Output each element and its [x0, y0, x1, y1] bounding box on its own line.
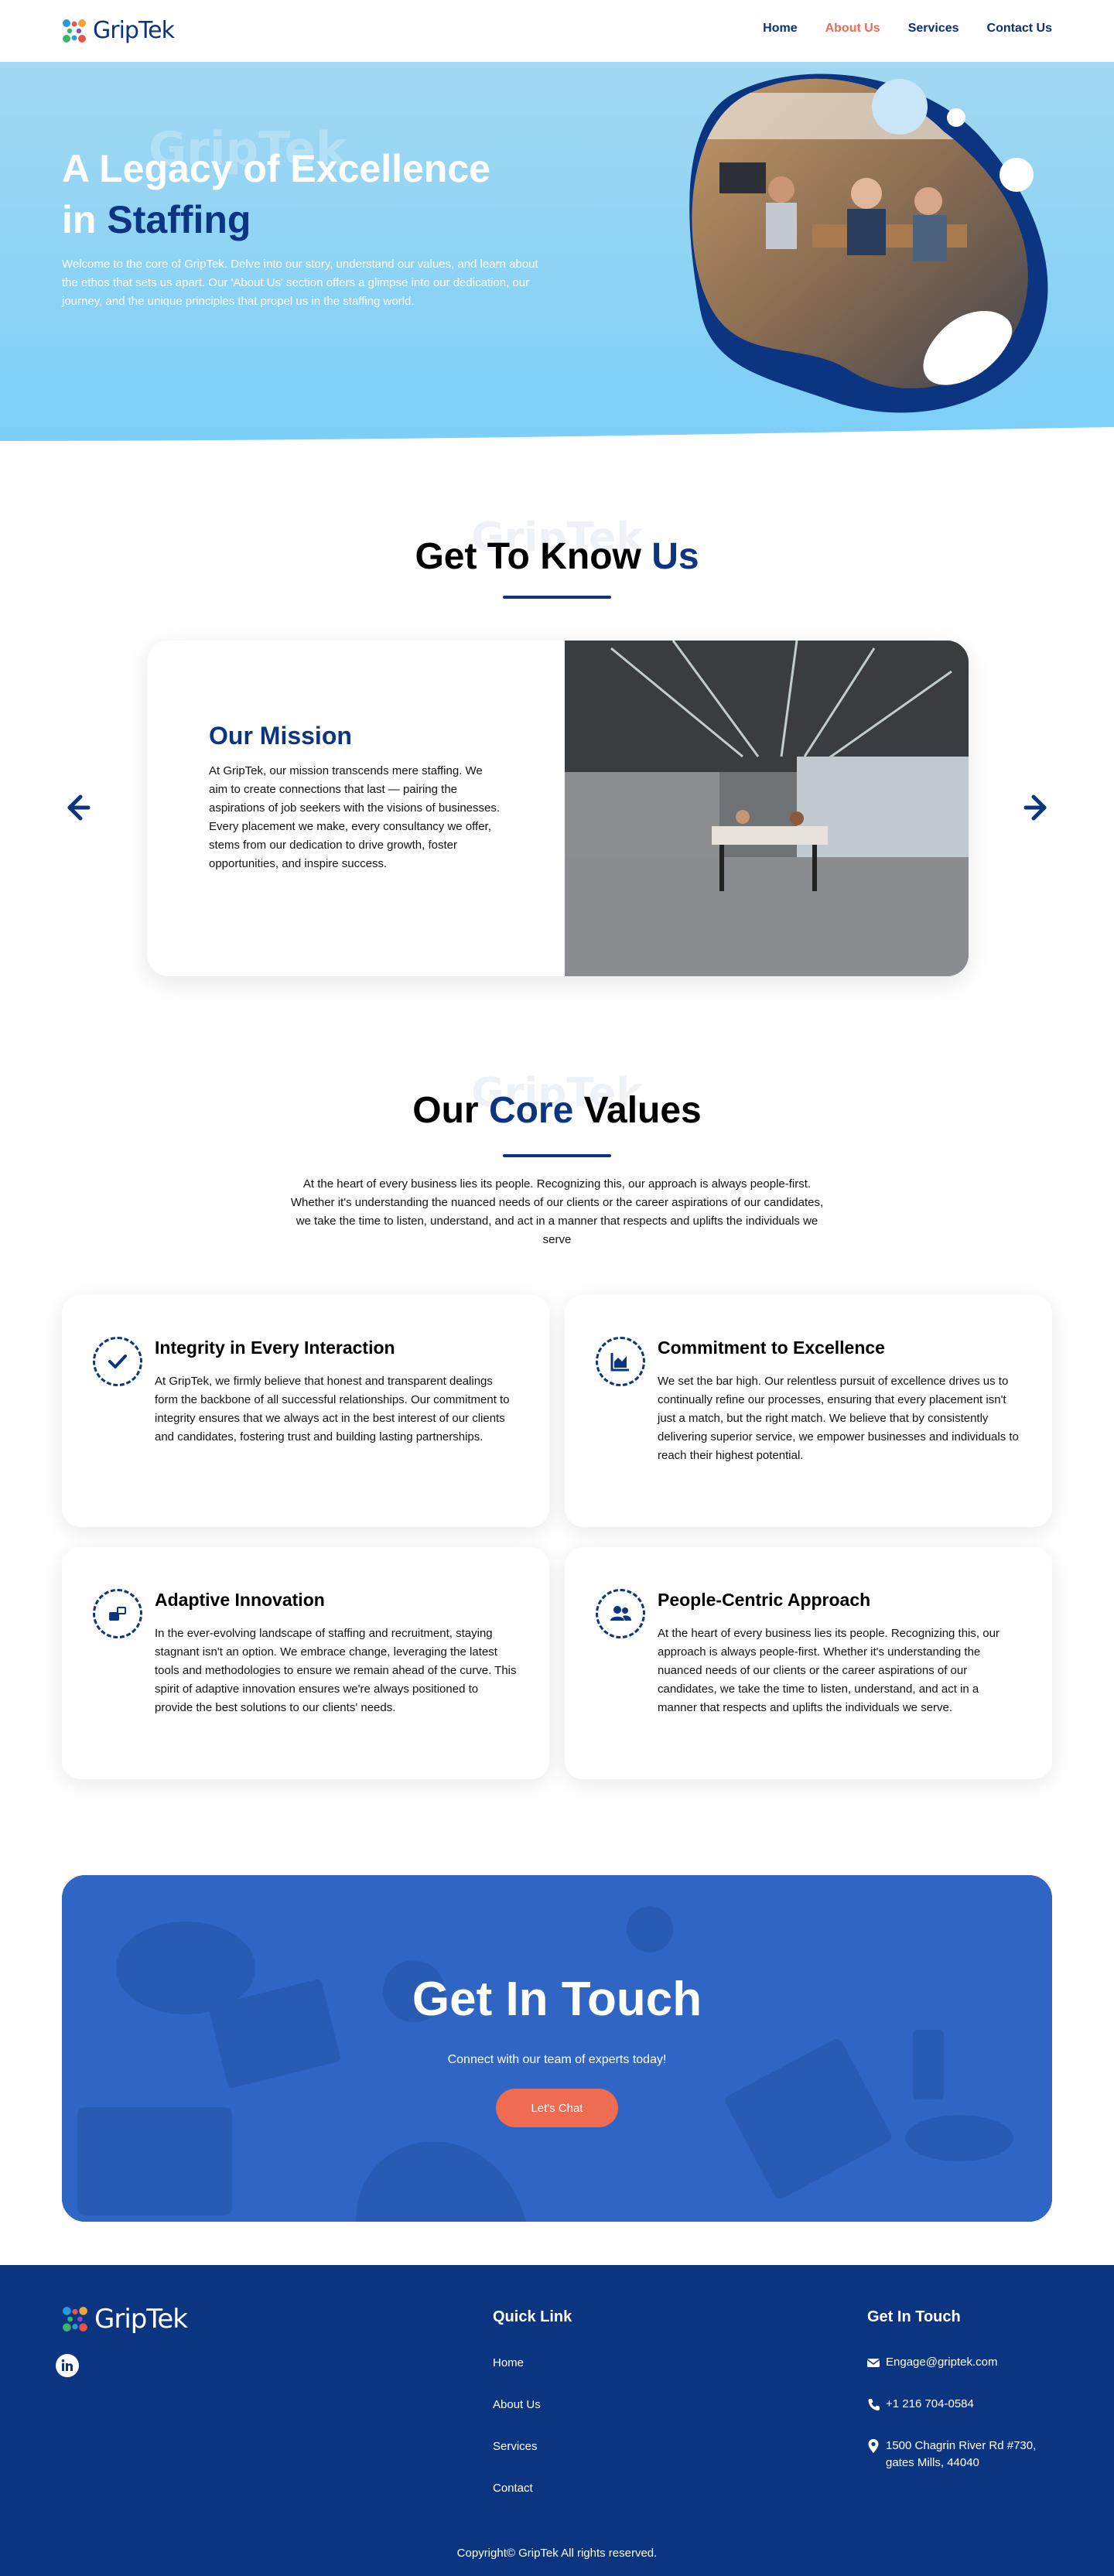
- value-card-text: In the ever-evolving landscape of staffi…: [155, 1627, 517, 1714]
- quick-link-heading: Quick Link: [493, 2308, 572, 2325]
- value-card-people: People-Centric Approach At the heart of …: [565, 1547, 1052, 1779]
- innovation-icon: [93, 1589, 142, 1638]
- logo[interactable]: GripTek: [62, 17, 175, 44]
- about-title-main: Get To Know: [415, 536, 641, 577]
- hero-section: GripTek A Legacy of Excellence in Staffi…: [0, 62, 1114, 441]
- footer-logo-wordmark: GripTek: [94, 2304, 188, 2335]
- envelope-icon: [867, 2359, 880, 2367]
- cta-subtitle: Connect with our team of experts today!: [447, 2053, 667, 2066]
- value-card-text: At the heart of every business lies its …: [658, 1627, 1000, 1714]
- office-photo: [565, 641, 969, 976]
- value-card-innovation: Adaptive Innovation In the ever-evolving…: [62, 1547, 549, 1779]
- footer-link-home[interactable]: Home: [493, 2356, 524, 2369]
- value-card-title: Integrity in Every Interaction: [155, 1338, 395, 1358]
- logo-mark-icon: [63, 19, 86, 43]
- chart-icon: [596, 1337, 645, 1386]
- footer-link-contact[interactable]: Contact: [493, 2482, 533, 2495]
- map-pin-icon: [868, 2439, 879, 2453]
- linkedin-icon[interactable]: [56, 2354, 79, 2377]
- footer-address: 1500 Chagrin River Rd #730, gates Mills,…: [867, 2438, 1036, 2472]
- nav-contact-us[interactable]: Contact Us: [987, 22, 1052, 36]
- site-footer: GripTek Quick Link Home About Us Service…: [0, 2265, 1114, 2576]
- top-navbar: GripTek Home About Us Services Contact U…: [0, 0, 1114, 62]
- about-title-underline: [503, 596, 611, 599]
- about-title-accent: Us: [651, 536, 699, 577]
- logo-mark-icon: [63, 2307, 87, 2332]
- carousel-prev-button[interactable]: [60, 792, 91, 823]
- nav-services[interactable]: Services: [908, 22, 959, 36]
- nav-about-us[interactable]: About Us: [825, 22, 880, 36]
- people-icon: [596, 1589, 645, 1638]
- lets-chat-button[interactable]: Let's Chat: [496, 2089, 618, 2127]
- hero-background: [0, 62, 1114, 441]
- value-card-text: We set the bar high. Our relentless purs…: [658, 1375, 1019, 1462]
- logo-wordmark: GripTek: [93, 17, 175, 44]
- footer-address-text: 1500 Chagrin River Rd #730, gates Mills,…: [886, 2438, 1036, 2472]
- get-in-touch-heading: Get In Touch: [867, 2308, 961, 2325]
- address-line-2: gates Mills, 44040: [886, 2456, 979, 2469]
- value-card-title: Commitment to Excellence: [658, 1338, 885, 1358]
- footer-phone-text: +1 216 704-0584: [886, 2397, 974, 2410]
- value-card-text: At GripTek, we firmly believe that hones…: [155, 1375, 510, 1443]
- mission-slide-card: Our Mission At GripTek, our mission tran…: [147, 641, 969, 976]
- hero-title: A Legacy of Excellence in Staffing: [62, 143, 526, 245]
- footer-phone[interactable]: +1 216 704-0584: [867, 2396, 974, 2413]
- about-section-title: Get To Know Us: [0, 535, 1114, 578]
- copyright-text: Copyright© GripTek All rights reserved.: [456, 2547, 658, 2560]
- footer-link-services[interactable]: Services: [493, 2440, 538, 2453]
- nav-menu: Home About Us Services Contact Us: [763, 22, 1052, 36]
- values-section-title: Our Core Values: [0, 1089, 1114, 1132]
- footer-email[interactable]: Engage@griptek.com: [867, 2354, 997, 2371]
- cta-background-photo: [62, 1875, 1052, 2222]
- value-card-integrity: Integrity in Every Interaction At GripTe…: [62, 1295, 549, 1527]
- hero-title-in: in: [62, 198, 97, 241]
- footer-logo[interactable]: GripTek: [62, 2304, 188, 2335]
- values-intro: At the heart of every business lies its …: [290, 1177, 824, 1246]
- nav-home[interactable]: Home: [763, 22, 797, 36]
- mission-text: At GripTek, our mission transcends mere …: [209, 764, 501, 870]
- values-title-accent: Core: [488, 1090, 574, 1131]
- hero-title-accent: Staffing: [107, 198, 251, 241]
- hero-description: Welcome to the core of GripTek. Delve in…: [62, 258, 538, 308]
- value-card-excellence: Commitment to Excellence We set the bar …: [565, 1295, 1052, 1527]
- address-line-1: 1500 Chagrin River Rd #730,: [886, 2439, 1037, 2452]
- footer-email-text: Engage@griptek.com: [886, 2356, 998, 2369]
- check-icon: [93, 1337, 142, 1386]
- value-card-title: Adaptive Innovation: [155, 1590, 325, 1610]
- mission-title: Our Mission: [209, 722, 352, 750]
- phone-icon: [868, 2399, 880, 2410]
- cta-title: Get In Touch: [412, 1973, 702, 2026]
- values-title-underline: [503, 1154, 611, 1157]
- values-title-pre: Our: [412, 1090, 479, 1131]
- get-in-touch-banner: Get In Touch Connect with our team of ex…: [62, 1875, 1052, 2222]
- hero-title-line1: A Legacy of Excellence: [62, 147, 490, 190]
- values-title-post: Values: [583, 1090, 702, 1131]
- value-card-title: People-Centric Approach: [658, 1590, 871, 1610]
- footer-link-about-us[interactable]: About Us: [493, 2398, 541, 2411]
- carousel-next-button[interactable]: [1023, 792, 1054, 823]
